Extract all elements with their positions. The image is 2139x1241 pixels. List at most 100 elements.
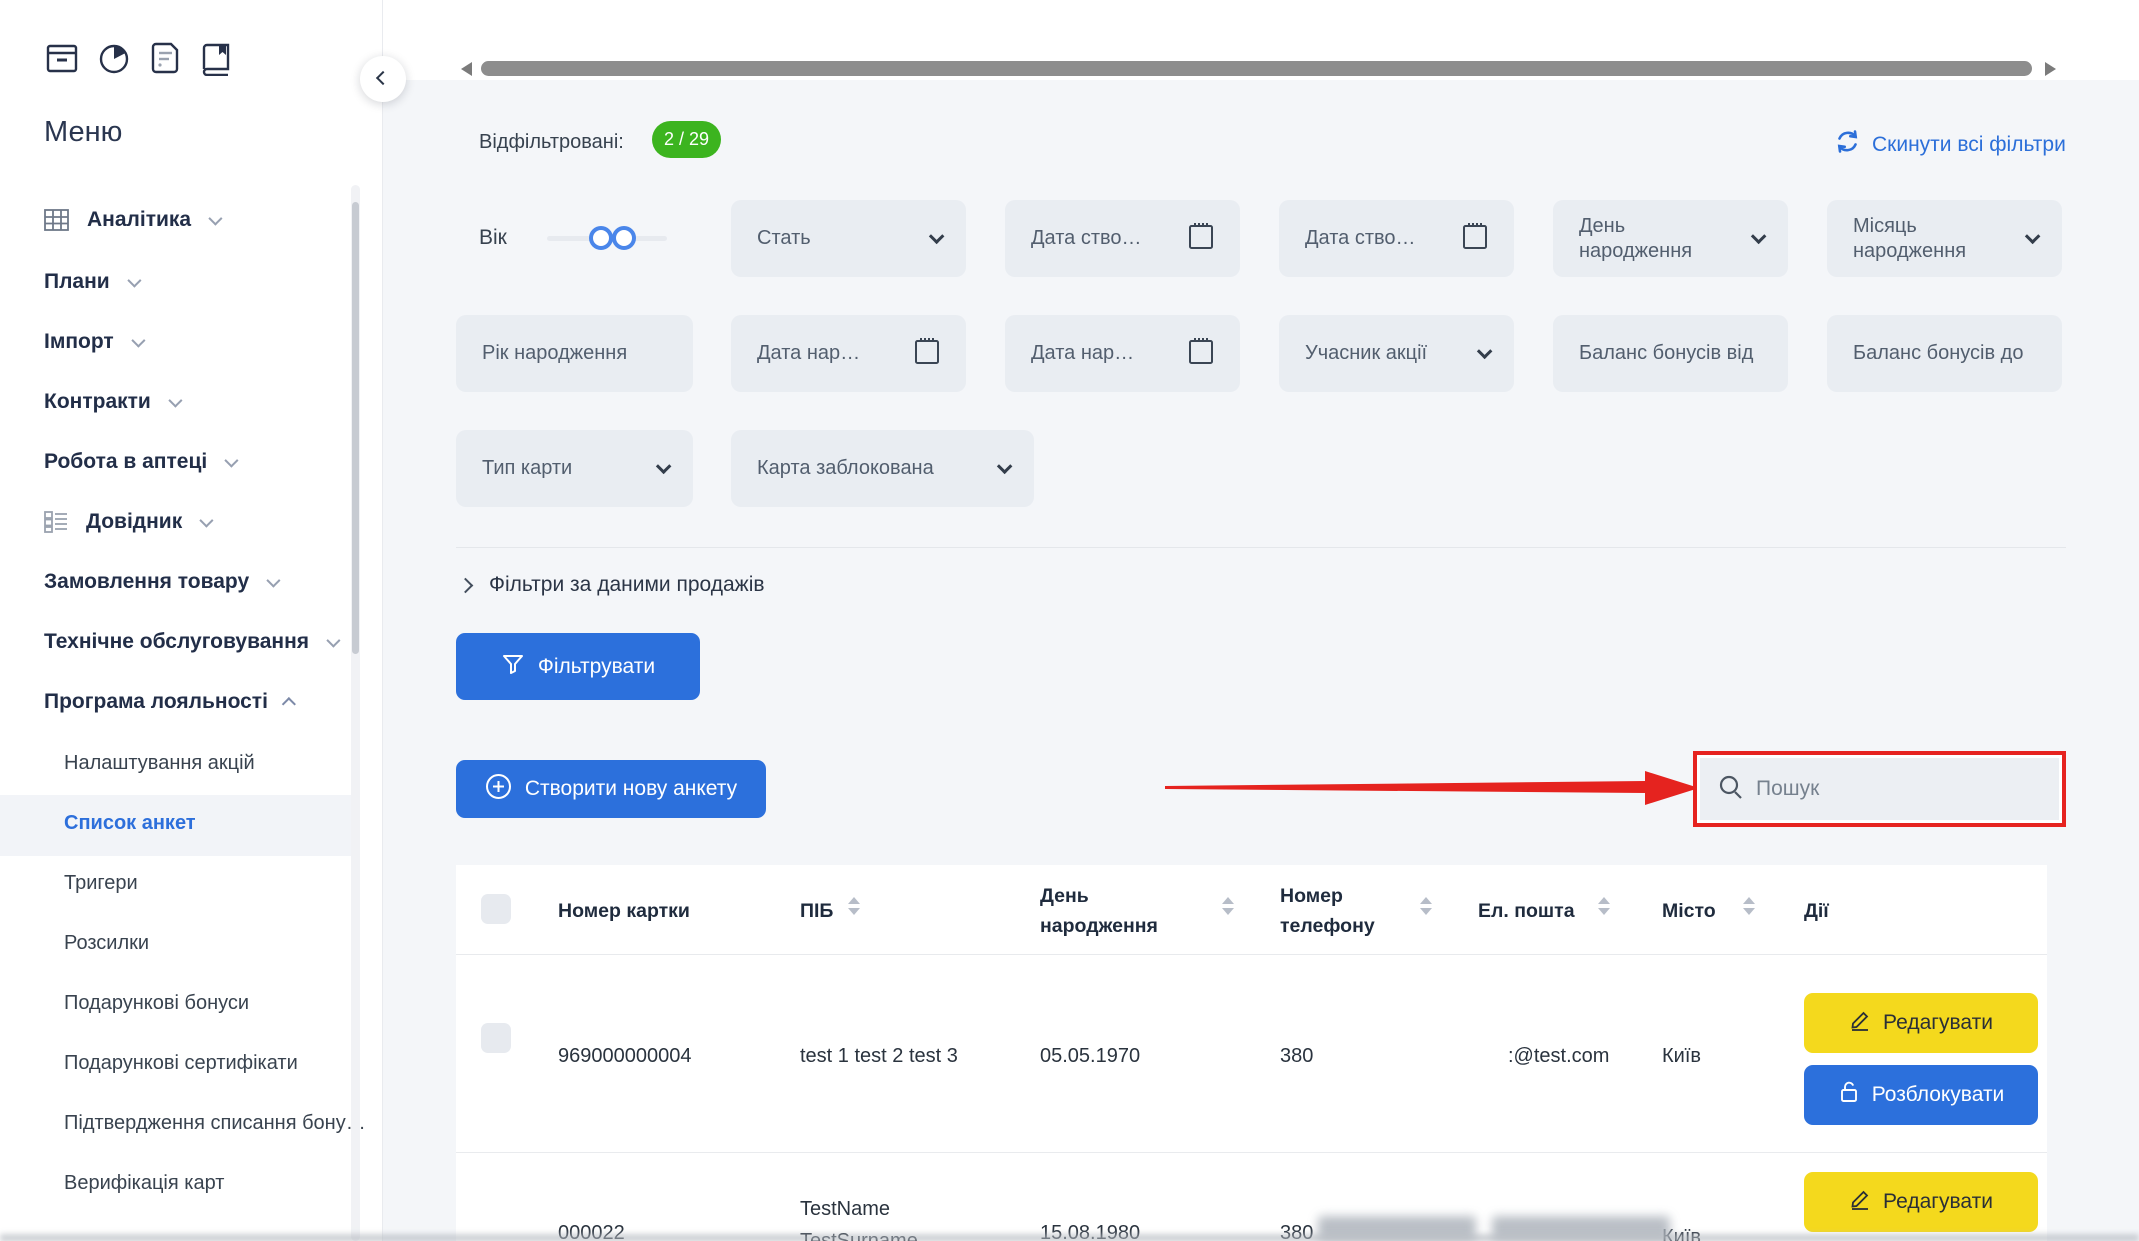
col-birthday: День народження <box>1040 881 1170 941</box>
filter-card-blocked-select[interactable]: Карта заблокована <box>731 430 1034 507</box>
filter-birth-date-from[interactable]: Дата нар… <box>731 315 966 392</box>
sidebar-item-plans[interactable]: Плани <box>44 270 138 294</box>
hscroll-left-arrow-icon[interactable] <box>461 62 472 76</box>
hscroll-right-arrow-icon[interactable] <box>2045 62 2056 76</box>
refresh-icon <box>1834 128 1861 161</box>
sidebar-subitem-triggers[interactable]: Тригери <box>64 872 138 895</box>
calendar-icon <box>1188 336 1214 371</box>
chevron-down-icon <box>2025 229 2041 245</box>
pie-chart-icon[interactable] <box>96 40 132 76</box>
sidebar-item-goods-order[interactable]: Замовлення товару <box>44 570 277 594</box>
sort-icon[interactable] <box>1743 897 1755 915</box>
book-icon[interactable] <box>198 40 234 76</box>
sort-icon[interactable] <box>1222 897 1234 915</box>
unlock-icon <box>1838 1080 1860 1110</box>
cell-city: Київ <box>1662 1045 1701 1068</box>
search-highlight-box <box>1693 751 2066 827</box>
filter-bonus-balance-from[interactable]: Баланс бонусів від <box>1553 315 1788 392</box>
chevron-down-icon <box>127 274 141 288</box>
row-checkbox[interactable] <box>481 1023 511 1053</box>
search-icon <box>1718 774 1744 805</box>
section-divider <box>456 547 2066 548</box>
chevron-down-icon <box>656 459 672 475</box>
col-actions: Дії <box>1804 896 1829 926</box>
document-icon[interactable] <box>148 40 182 76</box>
sidebar-top-icons <box>44 40 234 76</box>
filter-birth-year-input[interactable]: Рік народження <box>456 315 693 392</box>
filter-button[interactable]: Фільтрувати <box>456 633 700 700</box>
filter-card-type-select[interactable]: Тип карти <box>456 430 693 507</box>
bottom-edge-blur <box>0 1234 2139 1241</box>
search-input[interactable] <box>1756 777 2041 801</box>
search-box[interactable] <box>1700 758 2059 820</box>
calendar-icon <box>914 336 940 371</box>
sidebar-collapse-button[interactable] <box>360 56 406 102</box>
sidebar-subitem-promo-settings[interactable]: Налаштування акцій <box>64 752 255 775</box>
edit-button[interactable]: Редагувати <box>1804 993 2038 1053</box>
col-full-name: ПІБ <box>800 896 833 926</box>
sidebar-subitem-gift-bonuses[interactable]: Подарункові бонуси <box>64 992 249 1015</box>
reset-filters-link[interactable]: Скинути всі фільтри <box>1834 128 2066 161</box>
sidebar-item-import[interactable]: Імпорт <box>44 330 142 354</box>
chevron-down-icon <box>200 514 214 528</box>
filter-birth-month-select[interactable]: Місяць народження <box>1827 200 2062 277</box>
grid-icon <box>44 209 69 231</box>
sidebar-item-pharmacy-work[interactable]: Робота в аптеці <box>44 450 235 474</box>
sidebar-item-analytics[interactable]: Аналітика <box>44 208 219 232</box>
plus-circle-icon <box>485 773 512 806</box>
sidebar-subitem-mailings[interactable]: Розсилки <box>64 932 149 955</box>
sidebar-item-directory[interactable]: Довідник <box>44 510 210 534</box>
select-all-checkbox[interactable] <box>481 894 511 924</box>
filtered-count-badge: 2 / 29 <box>652 121 721 158</box>
age-range-handle-min[interactable] <box>589 226 613 250</box>
sidebar-subitem-card-verification[interactable]: Верифікація карт <box>64 1172 224 1195</box>
age-range-handle-max[interactable] <box>612 226 636 250</box>
list-icon <box>44 511 68 533</box>
sidebar-item-maintenance[interactable]: Технічне обслуговування <box>44 630 337 654</box>
sort-icon[interactable] <box>1598 897 1610 915</box>
chevron-down-icon <box>326 634 340 648</box>
chevron-down-icon <box>131 334 145 348</box>
filter-created-date-from[interactable]: Дата ство… <box>1005 200 1240 277</box>
sidebar-item-loyalty-program[interactable]: Програма лояльності <box>44 690 296 714</box>
chevron-down-icon <box>997 459 1013 475</box>
col-email: Ел. пошта <box>1478 896 1575 926</box>
pencil-icon <box>1849 1009 1871 1037</box>
cell-phone: 380 <box>1280 1045 1313 1068</box>
menu-title: Меню <box>44 116 122 149</box>
sidebar-item-contracts[interactable]: Контракти <box>44 390 179 414</box>
unlock-button[interactable]: Розблокувати <box>1804 1065 2038 1125</box>
sidebar-scrollbar-thumb[interactable] <box>352 202 359 654</box>
hscroll-thumb[interactable] <box>481 61 2032 76</box>
filter-birth-date-to[interactable]: Дата нар… <box>1005 315 1240 392</box>
questionnaire-table: Номер картки ПІБ День народження Номер т… <box>456 865 2047 1241</box>
age-filter-label: Вік <box>479 226 507 250</box>
filter-birth-day-select[interactable]: День народження <box>1553 200 1788 277</box>
calendar-icon <box>1462 221 1488 256</box>
sidebar-subitem-gift-certificates[interactable]: Подарункові сертифікати <box>64 1052 298 1075</box>
pencil-icon <box>1849 1188 1871 1216</box>
filtered-label: Відфільтровані: <box>479 131 624 154</box>
chevron-down-icon <box>168 394 182 408</box>
funnel-icon <box>501 652 525 682</box>
archive-icon[interactable] <box>44 40 80 76</box>
sort-icon[interactable] <box>848 897 860 915</box>
sidebar-subitem-bonus-writeoff-confirm[interactable]: Підтвердження списання бону… <box>64 1112 366 1135</box>
chevron-right-icon <box>458 577 474 593</box>
filter-promo-participant-select[interactable]: Учасник акції <box>1279 315 1514 392</box>
cell-full-name: test 1 test 2 test 3 <box>800 1045 958 1068</box>
edit-button[interactable]: Редагувати <box>1804 1172 2038 1232</box>
cell-card-number: 969000000004 <box>558 1045 691 1068</box>
sidebar-subitem-questionnaire-list[interactable]: Список анкет <box>64 812 196 835</box>
filter-gender-select[interactable]: Стать <box>731 200 966 277</box>
cell-email: :@test.com <box>1508 1045 1609 1068</box>
filter-created-date-to[interactable]: Дата ство… <box>1279 200 1514 277</box>
filter-bonus-balance-to[interactable]: Баланс бонусів до <box>1827 315 2062 392</box>
sales-filters-toggle[interactable]: Фільтри за даними продажів <box>460 573 765 597</box>
table-header-row: Номер картки ПІБ День народження Номер т… <box>456 865 2047 955</box>
col-phone: Номер телефону <box>1280 881 1390 941</box>
chevron-down-icon <box>266 574 280 588</box>
calendar-icon <box>1188 221 1214 256</box>
create-questionnaire-button[interactable]: Створити нову анкету <box>456 760 766 818</box>
sort-icon[interactable] <box>1420 897 1432 915</box>
